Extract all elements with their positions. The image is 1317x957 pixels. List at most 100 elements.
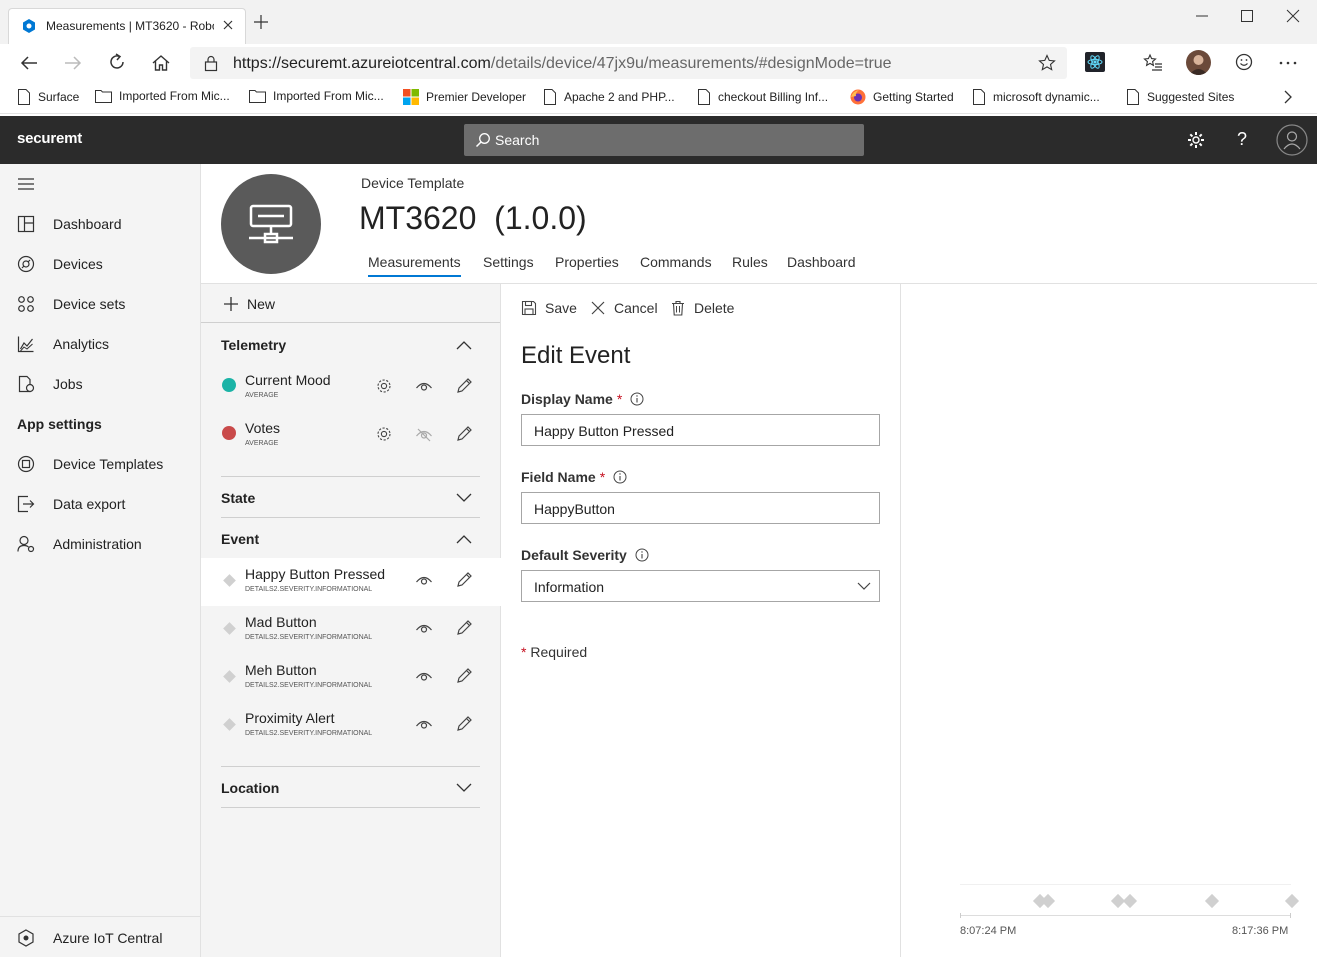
eye-icon[interactable] [415, 571, 433, 589]
event-preview: 8:07:24 PM 8:17:36 PM [901, 284, 1317, 957]
close-icon[interactable] [221, 18, 235, 32]
chevron-right-icon[interactable] [1282, 90, 1294, 104]
edit-pencil-icon[interactable] [455, 377, 473, 395]
favorite-item[interactable]: Getting Started [850, 89, 954, 105]
nav-footer-azure-iot-central[interactable]: Azure IoT Central [0, 916, 200, 957]
hamburger-menu-icon[interactable] [17, 177, 35, 191]
display-name-field[interactable]: Happy Button Pressed [521, 414, 880, 446]
nav-item-administration[interactable]: Administration [0, 524, 200, 564]
favorite-item[interactable]: Imported From Mic... [249, 89, 384, 103]
telemetry-section-header[interactable]: Telemetry [201, 324, 501, 364]
edit-pencil-icon[interactable] [455, 715, 473, 733]
favorite-item[interactable]: Apache 2 and PHP... [543, 89, 675, 105]
save-button[interactable]: Save [521, 300, 577, 316]
timeline-end-label: 8:17:36 PM [1232, 925, 1289, 937]
browser-tab[interactable]: Measurements | MT3620 - Robot [8, 8, 246, 44]
search-icon [475, 132, 491, 148]
location-section-header[interactable]: Location [201, 767, 501, 807]
help-icon[interactable]: ? [1237, 129, 1247, 150]
delete-button[interactable]: Delete [670, 300, 734, 316]
home-icon[interactable] [151, 53, 171, 73]
react-extension-icon[interactable] [1085, 52, 1105, 72]
nav-item-data-export[interactable]: Data export [0, 484, 200, 524]
state-section-header[interactable]: State [201, 477, 501, 517]
favorite-item[interactable]: microsoft dynamic... [972, 89, 1100, 105]
event-section-header[interactable]: Event [201, 518, 501, 558]
favorite-item[interactable]: Premier Developer [403, 89, 526, 105]
trash-icon [672, 300, 684, 316]
settings-gear-icon[interactable] [1186, 130, 1206, 150]
favorite-item[interactable]: Suggested Sites [1126, 89, 1234, 105]
nav-item-devices[interactable]: Devices [0, 244, 200, 284]
app-name[interactable]: securemt [17, 130, 82, 147]
analytics-icon [17, 335, 35, 353]
forward-icon[interactable] [63, 53, 83, 73]
new-measurement-button[interactable]: New [223, 296, 275, 312]
default-severity-dropdown[interactable]: Information [521, 570, 880, 602]
eye-hidden-icon[interactable] [415, 425, 433, 443]
profile-avatar[interactable] [1186, 50, 1211, 75]
required-note: * Required [521, 644, 588, 660]
account-icon[interactable] [1276, 124, 1308, 156]
measurements-list: New Telemetry Current Mood AVERAGE Votes… [201, 284, 501, 957]
list-item[interactable]: Current Mood AVERAGE [201, 364, 501, 412]
devices-icon [17, 255, 35, 273]
plus-icon [224, 297, 238, 311]
chevron-down-icon [857, 582, 871, 591]
refresh-icon[interactable] [107, 52, 127, 72]
tab-title: Measurements | MT3620 - Robot [46, 19, 214, 33]
timeline-track [960, 884, 1291, 885]
timeline-axis [960, 915, 1291, 916]
edit-pencil-icon[interactable] [455, 425, 473, 443]
edit-pencil-icon[interactable] [455, 571, 473, 589]
list-item-selected[interactable]: Happy Button Pressed DETAILS2.SEVERITY.I… [201, 558, 501, 606]
edit-pencil-icon[interactable] [455, 667, 473, 685]
favorite-item[interactable]: Surface [17, 89, 79, 105]
display-name-label: Display Name * [521, 391, 644, 407]
new-tab-icon[interactable] [253, 14, 269, 30]
minimize-icon[interactable] [1194, 8, 1210, 24]
list-item[interactable]: Votes AVERAGE [201, 412, 501, 460]
tab-commands[interactable]: Commands [640, 254, 712, 270]
nav-item-jobs[interactable]: Jobs [0, 364, 200, 404]
favorite-star-icon[interactable] [1038, 54, 1056, 72]
gear-icon[interactable] [375, 377, 393, 395]
tab-properties[interactable]: Properties [555, 254, 619, 270]
series-color-dot [222, 426, 236, 440]
favorites-list-icon[interactable] [1143, 53, 1163, 73]
nav-item-device-templates[interactable]: Device Templates [0, 444, 200, 484]
cancel-button[interactable]: Cancel [590, 300, 658, 316]
data-export-icon [17, 495, 35, 513]
nav-item-dashboard[interactable]: Dashboard [0, 204, 200, 244]
eye-icon[interactable] [415, 715, 433, 733]
chevron-down-icon [456, 493, 472, 503]
field-name-field[interactable]: HappyButton [521, 492, 880, 524]
tab-rules[interactable]: Rules [732, 254, 768, 270]
window-close-icon[interactable] [1285, 8, 1301, 24]
nav-footer-label: Azure IoT Central [53, 930, 163, 946]
tab-settings[interactable]: Settings [483, 254, 534, 270]
address-bar[interactable]: https://securemt.azureiotcentral.com/det… [190, 47, 1067, 79]
device-templates-icon [17, 455, 35, 473]
gear-icon[interactable] [375, 425, 393, 443]
tab-measurements[interactable]: Measurements [368, 254, 461, 277]
favorite-item[interactable]: Imported From Mic... [95, 89, 230, 103]
feedback-smiley-icon[interactable] [1234, 52, 1254, 72]
back-icon[interactable] [19, 53, 39, 73]
maximize-icon[interactable] [1239, 8, 1255, 24]
tab-dashboard[interactable]: Dashboard [787, 254, 856, 270]
nav-item-device-sets[interactable]: Device sets [0, 284, 200, 324]
eye-icon[interactable] [415, 377, 433, 395]
list-item[interactable]: Proximity Alert DETAILS2.SEVERITY.INFORM… [201, 702, 501, 750]
eye-icon[interactable] [415, 667, 433, 685]
nav-item-analytics[interactable]: Analytics [0, 324, 200, 364]
page-icon [973, 89, 985, 105]
eye-icon[interactable] [415, 619, 433, 637]
info-icon [630, 392, 644, 406]
more-icon[interactable] [1278, 53, 1298, 73]
list-item[interactable]: Meh Button DETAILS2.SEVERITY.INFORMATION… [201, 654, 501, 702]
edit-pencil-icon[interactable] [455, 619, 473, 637]
favorite-item[interactable]: checkout Billing Inf... [697, 89, 828, 105]
search-input[interactable]: Search [464, 124, 864, 156]
list-item[interactable]: Mad Button DETAILS2.SEVERITY.INFORMATION… [201, 606, 501, 654]
